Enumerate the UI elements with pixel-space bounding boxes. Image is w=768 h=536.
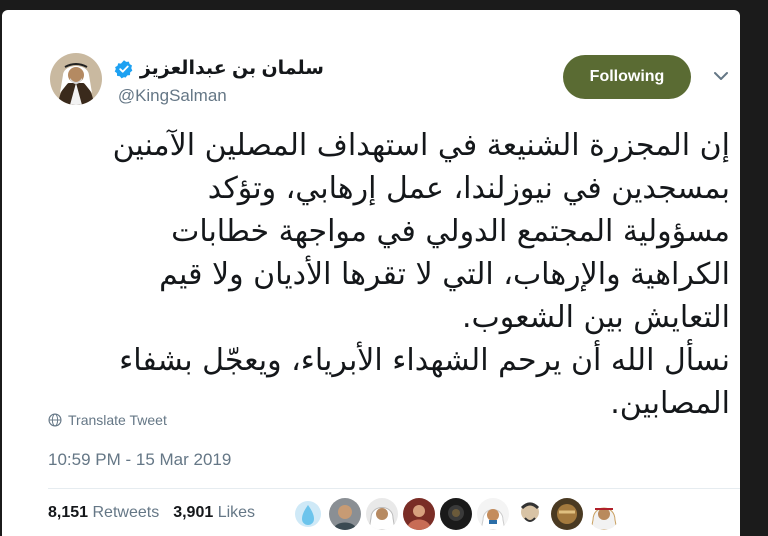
liker-avatar[interactable]: [403, 498, 435, 530]
avatar-image: [50, 53, 102, 105]
tweet-text-line: الكراهية والإرهاب، التي لا تقرها الأديان…: [159, 257, 730, 292]
tweet-text-line: إن المجزرة الشنيعة في استهداف المصلين ال…: [112, 128, 730, 163]
globe-icon: [48, 413, 62, 427]
liker-avatar[interactable]: [329, 498, 361, 530]
tweet-card: سلمان بن عبدالعزيز @KingSalman Following…: [2, 10, 740, 536]
avatar[interactable]: [50, 53, 102, 105]
tweet-header: سلمان بن عبدالعزيز @KingSalman Following: [2, 10, 740, 120]
tweet-stats: 8,151 Retweets 3,901 Likes: [48, 504, 255, 522]
likers-avatars: [292, 498, 620, 530]
tweet-text-line: نسأل الله أن يرحم الشهداء الأبرياء، ويعج…: [119, 343, 730, 378]
tweet-timestamp[interactable]: 10:59 PM - 15 Mar 2019: [48, 450, 231, 470]
likes-label: Likes: [217, 504, 256, 521]
following-button[interactable]: Following: [563, 55, 691, 99]
tweet-text-line: مسؤولية المجتمع الدولي في مواجهة خطابات: [171, 214, 730, 249]
user-handle[interactable]: @KingSalman: [118, 86, 324, 106]
retweets-stat[interactable]: 8,151 Retweets: [48, 504, 159, 522]
tweet-text-line: بمسجدين في نيوزلندا، عمل إرهابي، وتؤكد: [207, 171, 730, 206]
profile-names: سلمان بن عبدالعزيز @KingSalman: [114, 57, 324, 106]
likes-count: 3,901: [173, 504, 214, 521]
display-name-row: سلمان بن عبدالعزيز: [114, 57, 324, 80]
translate-tweet-label: Translate Tweet: [68, 412, 167, 428]
tweet-text: إن المجزرة الشنيعة في استهداف المصلين ال…: [10, 124, 730, 425]
liker-avatar[interactable]: [477, 498, 509, 530]
translate-tweet-link[interactable]: Translate Tweet: [48, 412, 167, 428]
liker-avatar[interactable]: [588, 498, 620, 530]
divider: [48, 488, 740, 489]
verified-badge-icon: [114, 59, 133, 78]
liker-avatar[interactable]: [292, 498, 324, 530]
display-name[interactable]: سلمان بن عبدالعزيز: [140, 57, 324, 80]
liker-avatar[interactable]: [551, 498, 583, 530]
liker-avatar[interactable]: [514, 498, 546, 530]
likes-stat[interactable]: 3,901 Likes: [173, 504, 255, 522]
chevron-down-icon[interactable]: [714, 71, 728, 81]
liker-avatar[interactable]: [366, 498, 398, 530]
retweets-count: 8,151: [48, 504, 89, 521]
liker-avatar[interactable]: [440, 498, 472, 530]
tweet-text-line: التعايش بين الشعوب.: [461, 300, 730, 335]
retweets-label: Retweets: [92, 504, 160, 521]
